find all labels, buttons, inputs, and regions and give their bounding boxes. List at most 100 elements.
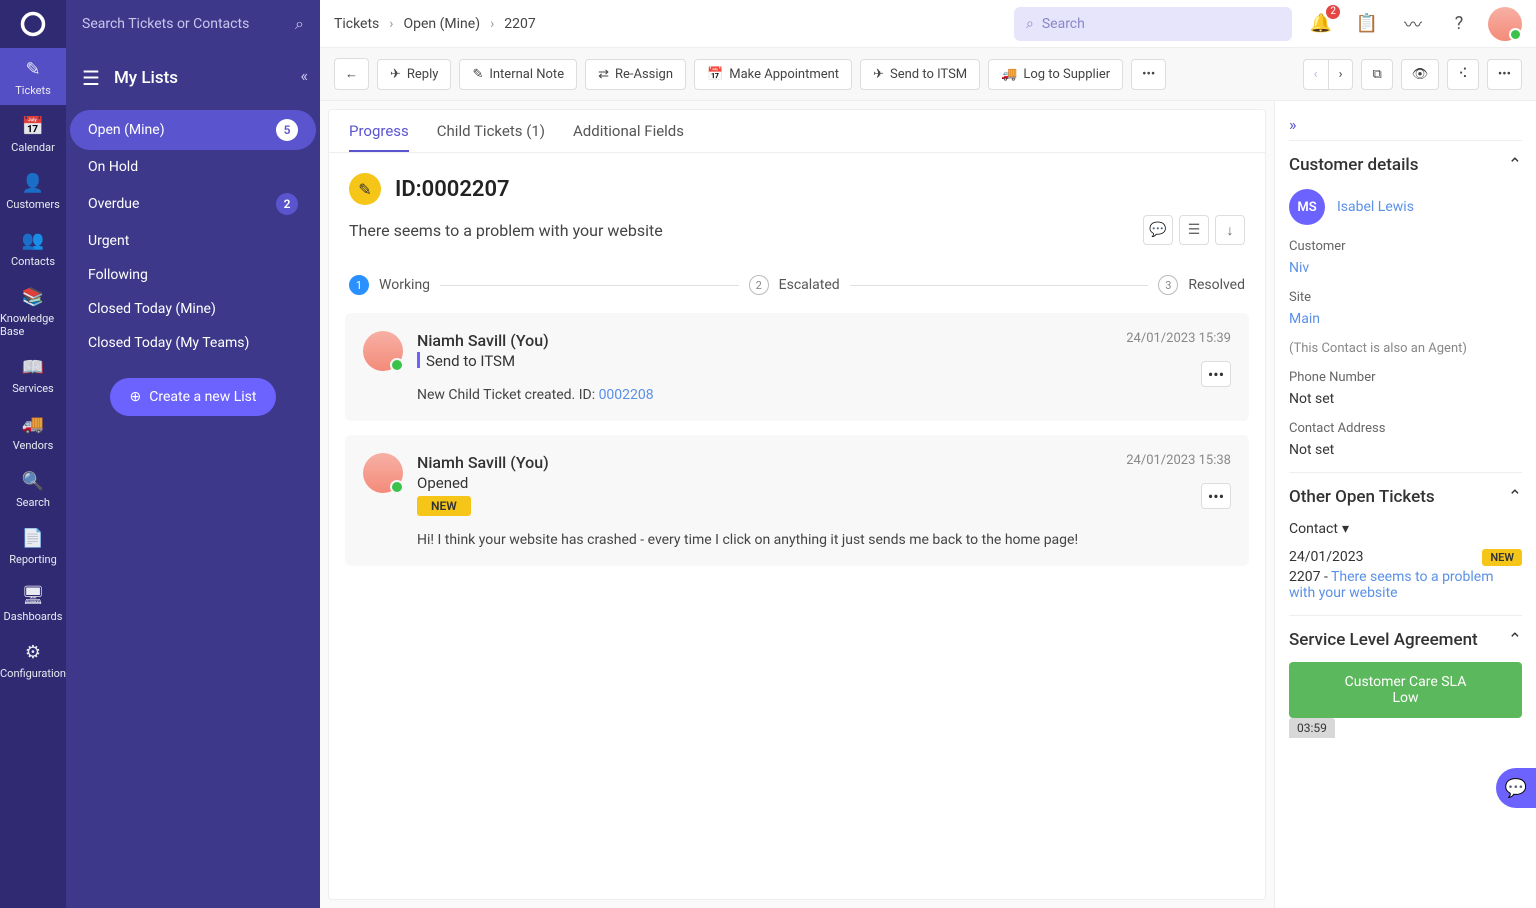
feed-button[interactable]: 〰 [1396, 7, 1430, 41]
top-search-placeholder: Search [1042, 16, 1085, 32]
nav-tickets[interactable]: ✎Tickets [0, 48, 66, 105]
calendar-icon: 📅 [22, 115, 44, 137]
new-badge: NEW [1482, 549, 1522, 566]
list-closed-today-mine-[interactable]: Closed Today (Mine) [70, 292, 316, 326]
nav-reporting[interactable]: 📄Reporting [0, 517, 66, 574]
global-search-input[interactable] [82, 16, 287, 32]
step-escalated[interactable]: 2Escalated [749, 275, 840, 295]
chevron-right-icon: › [490, 16, 494, 32]
message-more-button[interactable]: ••• [1201, 361, 1231, 387]
other-tickets-header[interactable]: Other Open Tickets ⌃ [1289, 487, 1522, 507]
sla-header[interactable]: Service Level Agreement ⌃ [1289, 630, 1522, 650]
collapse-panel-icon[interactable]: « [300, 66, 308, 85]
topbar: Tickets › Open (Mine) › 2207 ⌕ Search 🔔 … [320, 0, 1536, 48]
list-open-mine-[interactable]: Open (Mine)5 [70, 110, 316, 150]
caret-down-icon: ▾ [1342, 521, 1349, 537]
swap-icon: ⇄ [598, 67, 609, 82]
step-working[interactable]: 1Working [349, 275, 430, 295]
nav-rail: ✎Tickets📅Calendar👤Customers👥Contacts📚Kno… [0, 0, 66, 908]
make-appointment-button[interactable]: 📅Make Appointment [694, 59, 852, 90]
list-following[interactable]: Following [70, 258, 316, 292]
site-label: Site [1289, 290, 1522, 305]
open-external-button[interactable]: ⧉ [1361, 59, 1392, 90]
collapse-thread-button[interactable]: ☰ [1179, 215, 1209, 245]
phone-label: Phone Number [1289, 370, 1522, 385]
reply-button[interactable]: ✈Reply [377, 59, 451, 90]
clipboard-button[interactable]: 📋 [1350, 7, 1384, 41]
notif-badge: 2 [1326, 5, 1340, 19]
thread-message: Niamh Savill (You)OpenedNEW24/01/2023 15… [345, 435, 1249, 566]
create-list-button[interactable]: ⊕ Create a new List [110, 378, 277, 416]
site-link[interactable]: Main [1289, 311, 1522, 327]
nav-contacts[interactable]: 👥Contacts [0, 219, 66, 276]
nav-search[interactable]: 🔍Search [0, 460, 66, 517]
watch-button[interactable]: 👁 [1401, 59, 1440, 90]
top-search[interactable]: ⌕ Search [1014, 7, 1292, 41]
count-badge: 5 [276, 119, 298, 141]
current-user-avatar[interactable] [1488, 7, 1522, 41]
list-urgent[interactable]: Urgent [70, 224, 316, 258]
my-lists-panel: ⌕ ☰ My Lists « Open (Mine)5On HoldOverdu… [66, 0, 320, 908]
more-actions-button[interactable]: ••• [1131, 59, 1166, 90]
nav-services[interactable]: 📖Services [0, 346, 66, 403]
other-ticket-item[interactable]: 24/01/2023 NEW 2207 - There seems to a p… [1289, 549, 1522, 601]
list-overdue[interactable]: Overdue2 [70, 184, 316, 224]
expand-side-icon[interactable]: » [1289, 109, 1522, 140]
nav-configuration[interactable]: ⚙Configuration [0, 631, 66, 688]
new-tag: NEW [417, 496, 471, 516]
knowledge-base-icon: 📚 [22, 286, 44, 308]
send-to-itsm-button[interactable]: ✈Send to ITSM [860, 59, 980, 90]
send-icon: ✈ [390, 67, 401, 82]
nav-vendors[interactable]: 🚚Vendors [0, 403, 66, 460]
prev-ticket-button[interactable]: ‹ [1303, 59, 1329, 90]
address-value: Not set [1289, 442, 1522, 458]
search-icon: ⌕ [295, 14, 304, 34]
menu-icon[interactable]: ☰ [82, 66, 100, 90]
customer-details-header[interactable]: Customer details ⌃ [1289, 155, 1522, 175]
nav-customers[interactable]: 👤Customers [0, 162, 66, 219]
child-ticket-link[interactable]: 0002208 [599, 387, 654, 403]
tab-additional-fields[interactable]: Additional Fields [573, 122, 684, 152]
internal-note-button[interactable]: ✎Internal Note [459, 59, 577, 90]
notifications-button[interactable]: 🔔 2 [1304, 7, 1338, 41]
contact-filter-dropdown[interactable]: Contact ▾ [1289, 521, 1522, 537]
contact-avatar: MS [1289, 189, 1325, 225]
sort-button[interactable]: ↓ [1215, 215, 1245, 245]
reassign-button[interactable]: ⇄Re-Assign [585, 59, 686, 90]
app-logo [0, 0, 66, 48]
tab-child-tickets[interactable]: Child Tickets (1) [437, 122, 545, 152]
global-search-wrap: ⌕ [66, 0, 320, 48]
phone-value: Not set [1289, 391, 1522, 407]
nav-calendar[interactable]: 📅Calendar [0, 105, 66, 162]
chevron-up-icon: ⌃ [1508, 155, 1522, 175]
progress-stepper: 1Working 2Escalated 3Resolved [329, 255, 1265, 313]
nav-knowledge-base[interactable]: 📚Knowledge Base [0, 276, 66, 346]
reporting-icon: 📄 [22, 527, 44, 549]
tab-progress[interactable]: Progress [349, 122, 409, 152]
list-on-hold[interactable]: On Hold [70, 150, 316, 184]
share-button[interactable]: ⠪ [1447, 59, 1479, 90]
action-label: Send to ITSM [417, 352, 1112, 370]
step-resolved[interactable]: 3Resolved [1158, 275, 1245, 295]
overflow-button[interactable]: ••• [1487, 59, 1522, 90]
customer-link[interactable]: Niv [1289, 260, 1522, 276]
message-more-button[interactable]: ••• [1201, 483, 1231, 509]
nav-dashboards[interactable]: 🖥Dashboards [0, 574, 66, 631]
log-to-supplier-button[interactable]: 🚚Log to Supplier [988, 59, 1123, 90]
contact-name-link[interactable]: Isabel Lewis [1337, 199, 1414, 215]
customers-icon: 👤 [22, 172, 44, 194]
help-button[interactable]: ? [1442, 7, 1476, 41]
chat-fab[interactable]: 💬 [1496, 768, 1536, 808]
truck-icon: 🚚 [1001, 67, 1017, 82]
chevron-up-icon: ⌃ [1508, 630, 1522, 650]
next-ticket-button[interactable]: › [1329, 59, 1354, 90]
ticket-main: Progress Child Tickets (1) Additional Fi… [328, 109, 1266, 900]
action-label: Opened [417, 474, 1112, 492]
action-bar: ← ✈Reply ✎Internal Note ⇄Re-Assign 📅Make… [320, 48, 1536, 101]
list-closed-today-my-teams-[interactable]: Closed Today (My Teams) [70, 326, 316, 360]
count-badge: 2 [276, 193, 298, 215]
breadcrumb-item[interactable]: Tickets [334, 16, 379, 32]
back-button[interactable]: ← [334, 58, 369, 90]
comment-button[interactable]: 💬 [1143, 215, 1173, 245]
breadcrumb-item[interactable]: Open (Mine) [404, 16, 481, 32]
